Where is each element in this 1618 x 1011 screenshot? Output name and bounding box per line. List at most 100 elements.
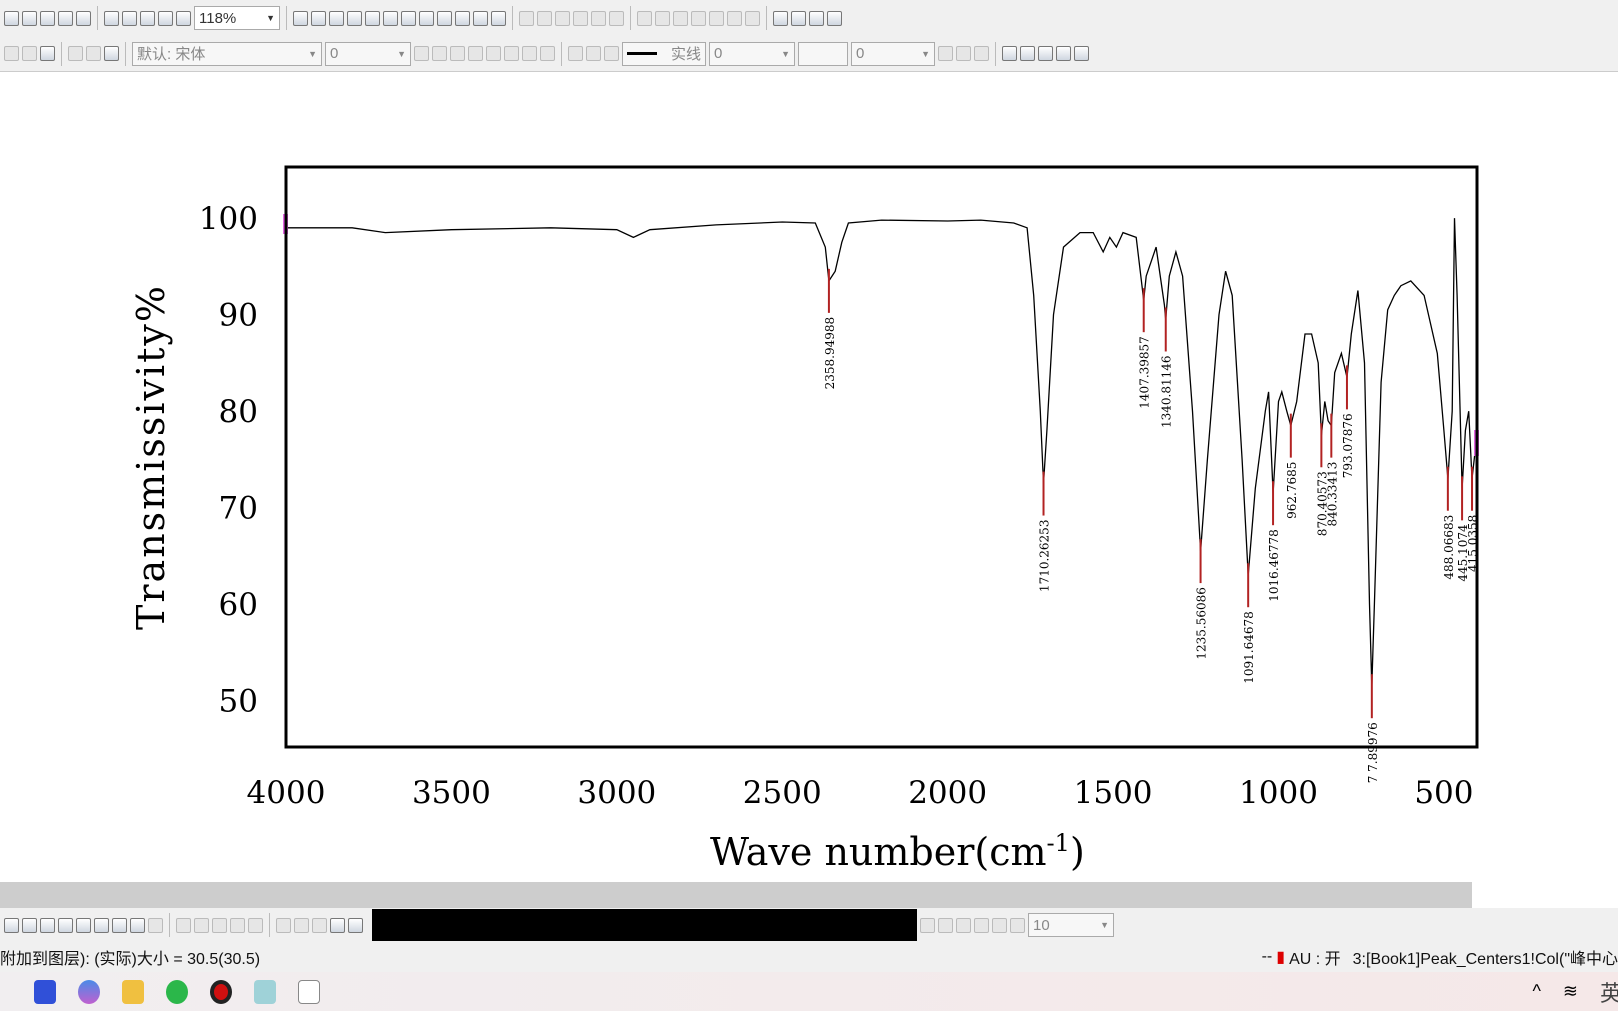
resize-icon[interactable] — [1010, 917, 1025, 933]
ternary-icon[interactable] — [248, 917, 263, 933]
script-window-icon[interactable] — [347, 10, 362, 26]
pattern-size-select[interactable]: 10 ▼ — [1028, 913, 1114, 937]
rotate-icon[interactable] — [920, 917, 935, 933]
paste-icon[interactable] — [104, 46, 119, 61]
fill-color-icon[interactable] — [568, 46, 583, 61]
pattern-icon[interactable] — [586, 46, 601, 61]
box-icon[interactable] — [76, 917, 91, 933]
font-size-select[interactable]: 0 ▼ — [325, 41, 411, 66]
export-icon[interactable] — [311, 10, 326, 26]
save-template-icon[interactable] — [158, 10, 173, 26]
zoom-select[interactable]: 118% ▼ — [194, 6, 280, 30]
new-layout-icon[interactable] — [76, 10, 91, 26]
merge-icon[interactable] — [1056, 46, 1071, 61]
prev-icon[interactable] — [709, 10, 724, 26]
notepad-icon[interactable] — [254, 979, 276, 1004]
surface-icon[interactable] — [176, 917, 191, 933]
set-y-icon[interactable] — [655, 10, 670, 26]
swap-icon[interactable] — [1038, 46, 1053, 61]
underline-icon[interactable] — [450, 46, 465, 61]
line-symbol-icon[interactable] — [22, 917, 37, 933]
app-icon[interactable] — [809, 10, 824, 26]
cut-icon[interactable] — [68, 46, 83, 61]
line-color-icon[interactable] — [604, 46, 619, 61]
mask-icon[interactable] — [1002, 46, 1017, 61]
font-select[interactable]: 默认: 宋体 ▼ — [132, 41, 322, 66]
contour-icon[interactable] — [58, 917, 73, 933]
record-icon[interactable] — [210, 979, 232, 1004]
stock-icon[interactable] — [130, 917, 145, 933]
ime-indicator[interactable]: 英 — [1600, 976, 1618, 1008]
new-matrix-icon[interactable] — [40, 10, 55, 26]
polar-icon[interactable] — [112, 917, 127, 933]
greek-icon[interactable] — [504, 46, 519, 61]
tilt-icon[interactable] — [938, 917, 953, 933]
origin-icon[interactable] — [34, 979, 56, 1004]
bar-chart-icon[interactable] — [591, 10, 606, 26]
stats-icon[interactable] — [537, 10, 552, 26]
filter-icon[interactable] — [609, 10, 624, 26]
area-icon[interactable] — [94, 917, 109, 933]
graph-window[interactable]: 4000 3500 3000 2500 2000 1500 1000 500 50 60 70 80 9… — [0, 72, 1618, 882]
lock-icon[interactable] — [1074, 46, 1089, 61]
new-worksheet-icon[interactable] — [4, 10, 19, 26]
fill-select[interactable] — [798, 41, 848, 66]
italic-icon[interactable] — [432, 46, 447, 61]
results-log-icon[interactable] — [329, 10, 344, 26]
recalculate-icon[interactable] — [176, 10, 191, 26]
save-icon[interactable] — [140, 10, 155, 26]
light-icon[interactable] — [974, 917, 989, 933]
layer-1-icon[interactable] — [4, 46, 19, 61]
align-right-icon[interactable] — [294, 917, 309, 933]
font-color-icon[interactable] — [540, 46, 555, 61]
layer-2-icon[interactable] — [22, 46, 37, 61]
align-icon[interactable] — [522, 46, 537, 61]
copilot-icon[interactable] — [78, 979, 100, 1004]
table-icon[interactable] — [473, 10, 488, 26]
new-function-icon[interactable] — [58, 10, 73, 26]
sum-icon[interactable] — [519, 10, 534, 26]
project-explorer-icon[interactable] — [383, 10, 398, 26]
grid-icon[interactable] — [974, 46, 989, 61]
code-builder-icon[interactable] — [365, 10, 380, 26]
column-chart-icon[interactable] — [573, 10, 588, 26]
horizontal-scrollbar[interactable] — [0, 882, 1472, 908]
layer-icon[interactable] — [791, 10, 806, 26]
refresh-icon[interactable] — [419, 10, 434, 26]
sort-icon[interactable] — [555, 10, 570, 26]
matrix3d-icon[interactable] — [230, 917, 245, 933]
tray-chevron-icon[interactable]: ^ — [1532, 981, 1540, 1002]
data-reader-icon[interactable] — [455, 10, 470, 26]
copy-format-icon[interactable] — [40, 46, 55, 61]
set-x-icon[interactable] — [637, 10, 652, 26]
distribute-icon[interactable] — [312, 917, 327, 933]
wire-icon[interactable] — [194, 917, 209, 933]
bars3d-icon[interactable] — [212, 917, 227, 933]
gradient-icon[interactable] — [938, 46, 953, 61]
align-left-icon[interactable] — [276, 917, 291, 933]
scatter-icon[interactable] — [4, 917, 19, 933]
set-z-icon[interactable] — [673, 10, 688, 26]
size-icon[interactable] — [330, 917, 345, 933]
gear-icon[interactable] — [827, 10, 842, 26]
print-icon[interactable] — [293, 10, 308, 26]
perspective-icon[interactable] — [956, 917, 971, 933]
template-icon[interactable] — [148, 917, 163, 933]
wechat-icon[interactable] — [166, 979, 188, 1004]
last-icon[interactable] — [745, 10, 760, 26]
move-icon[interactable] — [992, 917, 1007, 933]
column-icon[interactable] — [40, 917, 55, 933]
next-icon[interactable] — [727, 10, 742, 26]
new-graph-icon[interactable] — [22, 10, 37, 26]
line-style-select[interactable]: 实线 — [622, 41, 706, 66]
copy-icon[interactable] — [86, 46, 101, 61]
settings-icon[interactable] — [491, 10, 506, 26]
file-explorer-icon[interactable] — [122, 979, 144, 1004]
messages-icon[interactable] — [401, 10, 416, 26]
superscript-icon[interactable] — [468, 46, 483, 61]
subscript-icon[interactable] — [486, 46, 501, 61]
blank-document-icon[interactable] — [298, 979, 320, 1004]
zoom-icon[interactable] — [437, 10, 452, 26]
tool-icon[interactable] — [773, 10, 788, 26]
unmask-icon[interactable] — [1020, 46, 1035, 61]
